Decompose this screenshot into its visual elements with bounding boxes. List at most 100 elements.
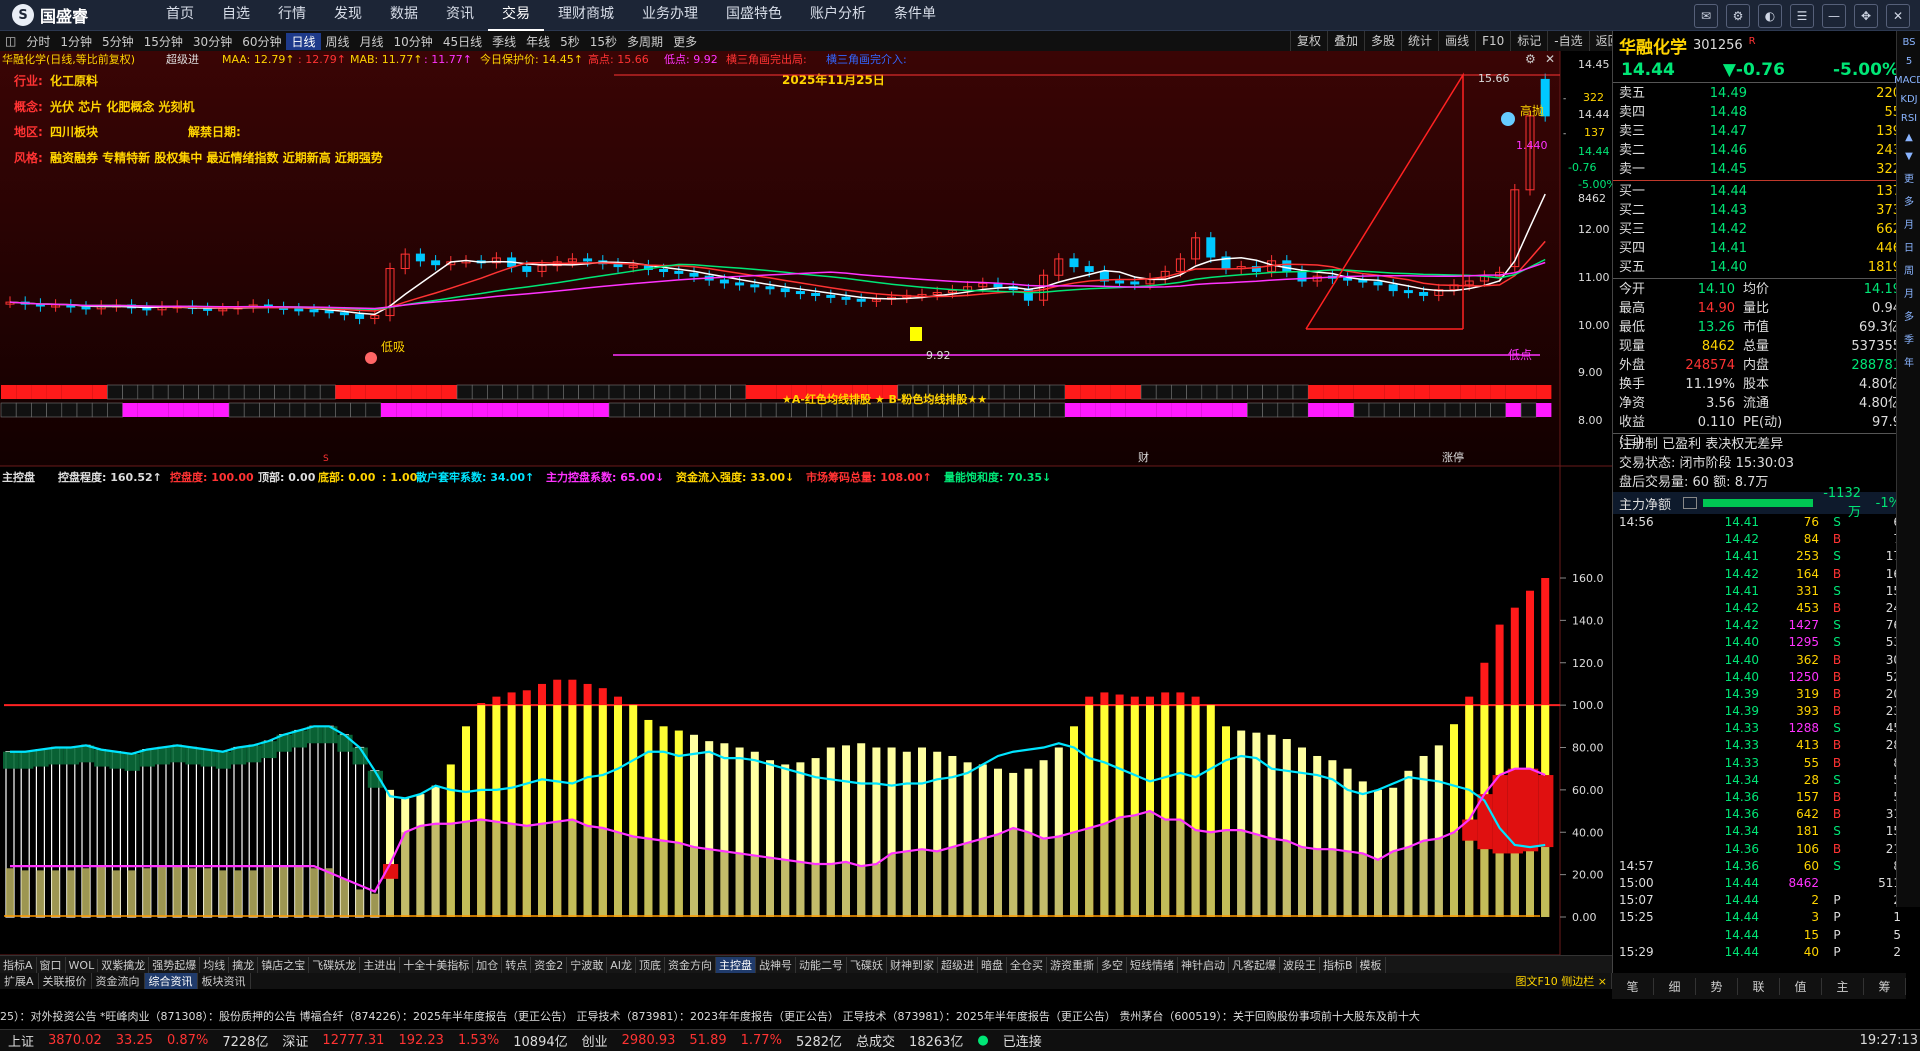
asks-row[interactable]: 卖二 14.46 243 [1613,141,1907,160]
period-2[interactable]: 5分钟 [97,33,139,50]
menu-item-5[interactable]: 资讯 [432,0,488,31]
period-9[interactable]: 10分钟 [389,33,438,50]
period-7[interactable]: 周线 [321,33,355,50]
indicator-tab-14[interactable]: 宁波敢 [567,957,608,973]
indicator-tab-1[interactable]: 窗口 [37,957,66,973]
sub-tab-2[interactable]: 资金流向 [92,973,145,989]
bids-row[interactable]: 买三 14.42 662 [1613,220,1907,239]
sz-index[interactable]: 12777.31 [322,1033,384,1048]
cy-index[interactable]: 2980.93 [622,1033,676,1048]
side-icon-14[interactable]: 季 [1904,331,1914,346]
panel-btn-4[interactable]: 值 [1780,977,1822,995]
indicator-tab-10[interactable]: 十全十美指标 [400,957,474,973]
asks-row[interactable]: 卖四 14.48 55 [1613,103,1907,122]
period-3[interactable]: 15分钟 [139,33,188,50]
indicator-tab-3[interactable]: 双紫擒龙 [98,957,150,973]
period-11[interactable]: 季线 [487,33,521,50]
side-icon-2[interactable]: MACD [1894,75,1920,86]
period-15[interactable]: 多周期 [622,33,668,50]
menu-item-9[interactable]: 国盛特色 [712,0,796,31]
sub-tab-4[interactable]: 板块资讯 [198,973,251,989]
panel-btn-0[interactable]: 笔 [1612,977,1654,995]
period-4[interactable]: 30分钟 [188,33,237,50]
period-6[interactable]: 日线 [286,32,321,50]
menu-item-4[interactable]: 数据 [376,0,432,31]
indicator-tab-11[interactable]: 加仓 [473,957,503,973]
settings-icon[interactable]: ⚙ [1726,4,1750,28]
panel-btn-5[interactable]: 主 [1822,977,1864,995]
sub-tab-0[interactable]: 扩展A [0,973,39,989]
indicator-tab-4[interactable]: 强势起爆 [149,957,201,973]
indicator-tab-25[interactable]: 全仓买 [1007,957,1047,973]
chart-tool-4[interactable]: 画线 [1438,31,1475,51]
layout-icon[interactable]: ◫ [0,34,21,48]
menu-item-7[interactable]: 理财商城 [544,0,628,31]
indicator-tab-17[interactable]: 资金方向 [665,957,716,973]
sub-tab-1[interactable]: 关联报价 [39,973,92,989]
panel-close-icon[interactable]: ✕ [1545,52,1555,66]
menu-item-2[interactable]: 行情 [264,0,320,31]
side-icon-13[interactable]: 多 [1904,308,1914,323]
sub-tab-3[interactable]: 综合资讯 [144,973,198,989]
chart-tool-1[interactable]: 叠加 [1327,31,1364,51]
panel-settings-icon[interactable]: ⚙ [1525,52,1536,66]
indicator-tab-24[interactable]: 暗盘 [978,957,1007,973]
panel-btn-2[interactable]: 势 [1696,977,1738,995]
asks-row[interactable]: 卖五 14.49 220 [1613,84,1907,103]
chart-tool-2[interactable]: 多股 [1364,31,1401,51]
menu-item-0[interactable]: 首页 [152,0,208,31]
indicator-tab-0[interactable]: 指标A [0,957,37,973]
period-1[interactable]: 1分钟 [55,33,97,50]
indicator-tab-19[interactable]: 战神号 [756,957,796,973]
message-icon[interactable]: ✉ [1694,4,1718,28]
indicator-tab-12[interactable]: 转点 [502,957,532,973]
bids-row[interactable]: 买一 14.44 137 [1613,182,1907,201]
skin-icon[interactable]: ◐ [1758,4,1782,28]
indicator-tab-22[interactable]: 财神到家 [887,957,938,973]
maximize-icon[interactable]: ✥ [1854,4,1878,28]
bids-row[interactable]: 买四 14.41 446 [1613,239,1907,258]
menu-item-3[interactable]: 发现 [320,0,376,31]
side-icon-7[interactable]: 更 [1904,170,1914,185]
period-8[interactable]: 月线 [355,33,389,50]
f10-sidebar-link[interactable]: 图文F10 侧边栏 × [1511,973,1612,989]
side-icon-4[interactable]: RSI [1901,113,1917,124]
indicator-tab-2[interactable]: WOL [66,958,99,972]
chart-tool-6[interactable]: 标记 [1510,31,1547,51]
panel-btn-1[interactable]: 细 [1654,977,1696,995]
indicator-tab-20[interactable]: 动能二号 [796,957,847,973]
indicator-tab-23[interactable]: 超级进 [938,957,978,973]
side-icon-1[interactable]: 5 [1906,56,1912,67]
indicator-tab-9[interactable]: 主进出 [360,957,401,973]
chart-tool-5[interactable]: F10 [1475,31,1510,51]
menu-item-10[interactable]: 账户分析 [796,0,880,31]
indicator-tab-29[interactable]: 神针启动 [1178,957,1229,973]
chart-area[interactable]: 华融化学(日线,等比前复权) 超级进 MAA: 12.79↑ : 12.79↑ … [0,51,1617,974]
indicator-tab-31[interactable]: 波段王 [1280,957,1320,973]
bids-row[interactable]: 买五 14.40 1819 [1613,258,1907,277]
menu-icon[interactable]: ☰ [1790,4,1814,28]
indicator-tab-21[interactable]: 飞碟妖 [847,957,887,973]
side-icon-6[interactable]: ▼ [1905,151,1913,162]
panel-btn-3[interactable]: 联 [1738,977,1780,995]
side-icon-3[interactable]: KDJ [1900,94,1917,105]
side-icon-0[interactable]: BS [1902,37,1915,48]
side-icon-11[interactable]: 周 [1904,262,1914,277]
period-14[interactable]: 15秒 [585,33,622,50]
chart-tool-7[interactable]: -自选 [1547,31,1588,51]
menu-item-8[interactable]: 业务办理 [628,0,712,31]
side-icon-8[interactable]: 多 [1904,193,1914,208]
indicator-tab-16[interactable]: 顶底 [636,957,665,973]
period-5[interactable]: 60分钟 [237,33,286,50]
period-13[interactable]: 5秒 [555,33,585,50]
chart-svg[interactable]: 华融化学(日线,等比前复权) 超级进 MAA: 12.79↑ : 12.79↑ … [0,51,1617,974]
side-icon-10[interactable]: 日 [1904,239,1914,254]
indicator-tab-18[interactable]: 主控盘 [715,957,756,973]
indicator-tab-15[interactable]: AI龙 [607,957,636,973]
bids-row[interactable]: 买二 14.43 373 [1613,201,1907,220]
indicator-tab-33[interactable]: 模板 [1357,957,1386,973]
menu-item-6[interactable]: 交易 [488,0,544,31]
indicator-tab-5[interactable]: 均线 [200,957,230,973]
chart-tool-3[interactable]: 统计 [1401,31,1438,51]
period-16[interactable]: 更多 [668,33,702,50]
